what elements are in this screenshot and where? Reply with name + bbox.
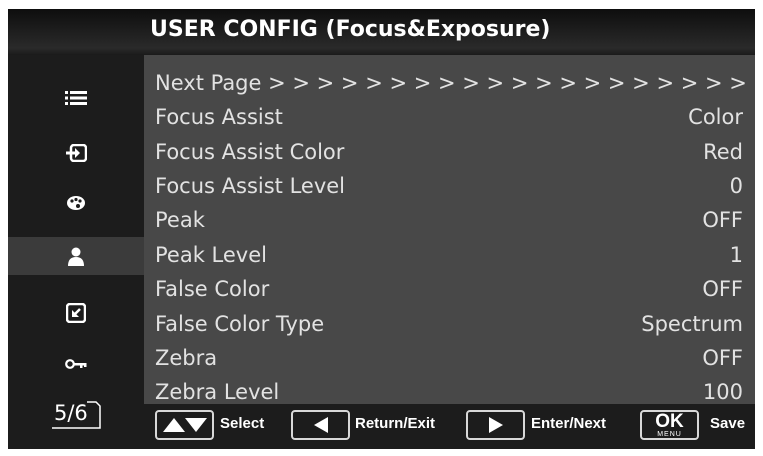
menu-item-next-page[interactable]: Next Page > > > > > > > > > > > > > > > … — [144, 67, 755, 101]
menu-item-focus-assist-color[interactable]: Focus Assist Color Red — [144, 136, 755, 170]
ok-menu-key[interactable]: OK MENU — [640, 410, 699, 440]
input-icon — [66, 144, 87, 162]
ok-key-text: OK — [655, 410, 684, 432]
sidebar-item-image[interactable] — [8, 294, 144, 332]
menu-item-label: Peak — [155, 208, 205, 232]
monitor-screen: USER CONFIG (Focus&Exposure) 5/6 Next Pa… — [8, 9, 755, 449]
return-key[interactable] — [291, 410, 350, 440]
key-icon — [65, 359, 87, 369]
image-icon — [66, 303, 86, 323]
menu-item-value: OFF — [702, 277, 743, 301]
menu-item-label: Peak Level — [155, 243, 267, 267]
select-key[interactable] — [155, 410, 214, 440]
select-label: Select — [220, 415, 265, 432]
menu-item-value: 1 — [729, 243, 743, 267]
menu-item-value: Spectrum — [641, 312, 743, 336]
menu-item-label: False Color Type — [155, 312, 325, 336]
sidebar — [8, 55, 144, 404]
menu-item-value: Color — [688, 105, 743, 129]
sidebar-item-user[interactable] — [8, 237, 144, 275]
menu-item-value: Red — [703, 140, 743, 164]
menu-key-text: MENU — [657, 430, 682, 438]
menu-item-label: Next Page > > > > > > > > > > > > > > > … — [155, 71, 753, 95]
menu-item-value: OFF — [702, 208, 743, 232]
title-bar: USER CONFIG (Focus&Exposure) — [8, 9, 755, 55]
list-icon — [65, 91, 87, 105]
return-label: Return/Exit — [355, 415, 436, 432]
left-arrow-icon — [313, 417, 328, 433]
menu-item-label: False Color — [155, 277, 270, 301]
page-title: USER CONFIG (Focus&Exposure) — [150, 17, 551, 42]
save-label: Save — [710, 415, 746, 432]
sidebar-item-color[interactable] — [8, 184, 144, 222]
menu-item-peak[interactable]: Peak OFF — [144, 204, 755, 238]
enter-key[interactable] — [466, 410, 525, 440]
menu-item-zebra[interactable]: Zebra OFF — [144, 342, 755, 376]
menu-item-peak-level[interactable]: Peak Level 1 — [144, 239, 755, 273]
page-indicator: 5/6 — [8, 395, 144, 443]
enter-label: Enter/Next — [531, 415, 607, 432]
menu-item-label: Zebra — [155, 346, 218, 370]
menu-item-label: Focus Assist Color — [155, 140, 345, 164]
menu-item-value: 100 — [702, 380, 743, 404]
right-arrow-icon — [488, 417, 503, 433]
menu-item-false-color-type[interactable]: False Color Type Spectrum — [144, 308, 755, 342]
page-frame-icon — [52, 401, 101, 429]
palette-icon — [67, 196, 85, 210]
menu-item-label: Focus Assist — [155, 105, 283, 129]
menu-item-false-color[interactable]: False Color OFF — [144, 273, 755, 307]
menu-item-value: 0 — [729, 174, 743, 198]
menu-list: Next Page > > > > > > > > > > > > > > > … — [144, 55, 755, 404]
sidebar-item-input[interactable] — [8, 134, 144, 172]
menu-item-focus-assist-level[interactable]: Focus Assist Level 0 — [144, 170, 755, 204]
menu-item-value: OFF — [702, 346, 743, 370]
menu-item-focus-assist[interactable]: Focus Assist Color — [144, 101, 755, 135]
footer-key-guide: Select Return/Exit Enter/Next OK MENU Sa… — [144, 404, 755, 449]
sidebar-item-menu[interactable] — [8, 79, 144, 117]
sidebar-item-key[interactable] — [8, 345, 144, 383]
menu-item-label: Focus Assist Level — [155, 174, 346, 198]
user-icon — [68, 247, 84, 266]
up-down-arrows-icon — [162, 418, 207, 432]
menu-item-label: Zebra Level — [155, 380, 280, 404]
